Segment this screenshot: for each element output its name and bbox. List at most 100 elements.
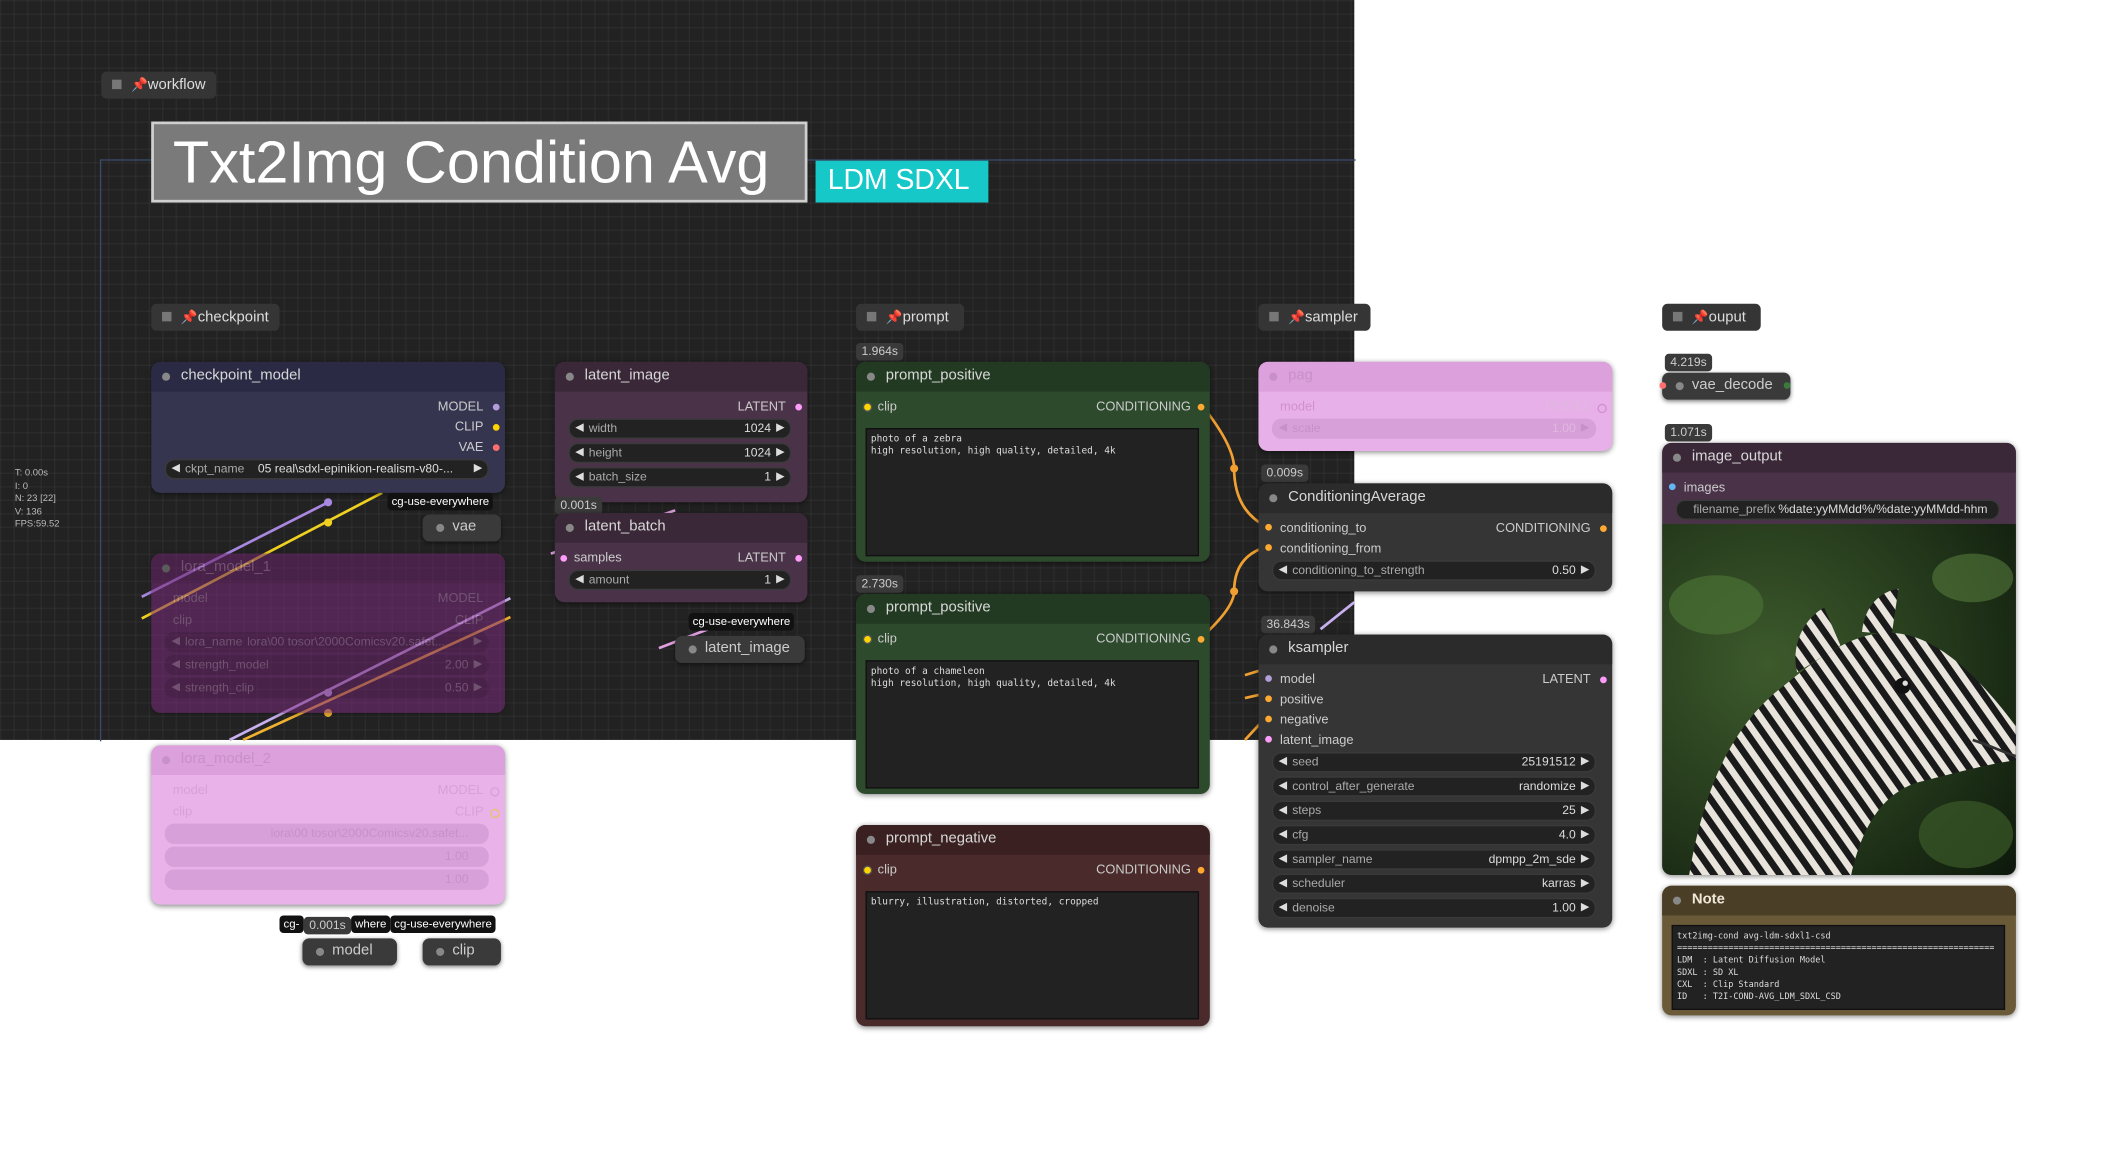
node-latent-batch[interactable]: latent_batch samples LATENT ◀ amount 1 ▶ bbox=[554, 513, 808, 603]
strength-model-slider[interactable]: ◀ strength_model 2.00 ▶ bbox=[164, 654, 489, 676]
output-latent[interactable]: LATENT bbox=[738, 551, 786, 566]
pill-model[interactable]: model bbox=[302, 938, 397, 966]
arrow-right-icon[interactable]: ▶ bbox=[1581, 563, 1589, 575]
scheduler-select[interactable]: ◀ scheduler karras ▶ bbox=[1271, 873, 1596, 894]
node-note[interactable]: Note txt2img-cond avg-ldm-sdxl1-csd ====… bbox=[1662, 885, 2016, 1016]
denoise-slider[interactable]: ◀ denoise 1.00 ▶ bbox=[1271, 897, 1596, 919]
output-model[interactable]: MODEL bbox=[438, 400, 484, 415]
input-negative[interactable]: negative bbox=[1280, 713, 1329, 728]
output-latent[interactable]: LATENT bbox=[1542, 672, 1590, 687]
arrow-right-icon[interactable]: ▶ bbox=[776, 470, 784, 482]
arrow-right-icon[interactable]: ▶ bbox=[1581, 852, 1589, 864]
control-after-generate-select[interactable]: ◀ control_after_generate randomize ▶ bbox=[1271, 776, 1596, 797]
arrow-right-icon[interactable]: ▶ bbox=[776, 446, 784, 458]
arrow-left-icon[interactable]: ◀ bbox=[1279, 876, 1287, 888]
node-prompt-positive-2[interactable]: prompt_positive clip CONDITIONING photo … bbox=[856, 594, 1210, 794]
node-collapse-dot[interactable] bbox=[866, 835, 875, 844]
title-main[interactable]: Txt2Img Condition Avg bbox=[151, 121, 808, 203]
output-clip[interactable]: CLIP bbox=[455, 420, 484, 435]
output-model[interactable]: MODEL bbox=[438, 591, 484, 606]
input-latent-image[interactable]: latent_image bbox=[1280, 733, 1353, 748]
output-model[interactable]: MODEL bbox=[1545, 400, 1591, 415]
node-collapse-dot[interactable] bbox=[162, 564, 171, 573]
input-model[interactable]: model bbox=[1280, 672, 1315, 687]
arrow-right-icon[interactable]: ▶ bbox=[1581, 901, 1589, 913]
arrow-right-icon[interactable]: ▶ bbox=[474, 462, 482, 474]
arrow-left-icon[interactable]: ◀ bbox=[1279, 563, 1287, 575]
node-collapse-dot[interactable] bbox=[1672, 896, 1682, 905]
output-clip-pin[interactable] bbox=[492, 423, 500, 431]
group-checkpoint[interactable]: 📌checkpoint bbox=[151, 303, 280, 331]
output-conditioning[interactable]: CONDITIONING bbox=[1496, 521, 1591, 536]
filename-prefix-input[interactable]: filename_prefix %date:yyMMdd%/%date:yyMM… bbox=[1675, 499, 2000, 520]
node-collapse-dot[interactable] bbox=[1269, 494, 1278, 503]
input-conditioning-from[interactable]: conditioning_from bbox=[1280, 541, 1381, 556]
pill-vae[interactable]: vae bbox=[422, 514, 501, 542]
group-workflow[interactable]: 📌workflow bbox=[101, 71, 217, 99]
input-clip[interactable]: clip bbox=[878, 400, 897, 415]
arrow-left-icon[interactable]: ◀ bbox=[575, 446, 583, 458]
input-clip[interactable]: clip bbox=[878, 632, 897, 647]
batch-size-input[interactable]: ◀ batch_size 1 ▶ bbox=[568, 467, 792, 488]
output-conditioning[interactable]: CONDITIONING bbox=[1096, 863, 1191, 878]
node-latent-image[interactable]: latent_image LATENT ◀ width 1024 ▶ ◀ hei… bbox=[554, 361, 808, 503]
lora-name-select[interactable]: ◀ lora_name lora\00 tosor\2000Comicsv20.… bbox=[164, 631, 489, 653]
input-conditioning-to[interactable]: conditioning_to bbox=[1280, 521, 1366, 536]
arrow-left-icon[interactable]: ◀ bbox=[575, 421, 583, 433]
output-vae-pin[interactable] bbox=[492, 444, 500, 451]
arrow-right-icon[interactable]: ▶ bbox=[1581, 755, 1589, 767]
pill-clip[interactable]: clip bbox=[422, 938, 501, 966]
input-images[interactable]: images bbox=[1684, 481, 1725, 496]
lora-name-select[interactable]: lora\00 tosor\2000Comicsv20.safet... bbox=[164, 823, 489, 844]
node-collapse-dot[interactable] bbox=[565, 523, 574, 532]
sampler-name-select[interactable]: ◀ sampler_name dpmpp_2m_sde ▶ bbox=[1271, 849, 1596, 870]
arrow-left-icon[interactable]: ◀ bbox=[1279, 803, 1287, 815]
output-model-pin[interactable] bbox=[492, 403, 500, 411]
pill-latent-image[interactable]: latent_image bbox=[675, 635, 805, 663]
node-prompt-positive-1[interactable]: prompt_positive clip CONDITIONING photo … bbox=[856, 361, 1210, 562]
steps-input[interactable]: ◀ steps 25 ▶ bbox=[1271, 800, 1596, 821]
note-text-area[interactable]: txt2img-cond avg-ldm-sdxl1-csd =========… bbox=[1671, 924, 2006, 1010]
prompt-text-area[interactable]: photo of a zebra high resolution, high q… bbox=[865, 428, 1200, 557]
input-clip[interactable]: clip bbox=[173, 805, 192, 820]
arrow-right-icon[interactable]: ▶ bbox=[1581, 876, 1589, 888]
node-pag[interactable]: pag model MODEL ◀ scale 1.00 ▶ bbox=[1258, 361, 1613, 451]
arrow-right-icon[interactable]: ▶ bbox=[776, 421, 784, 433]
input-model[interactable]: model bbox=[173, 591, 208, 606]
group-collapse-icon[interactable] bbox=[1269, 311, 1279, 322]
output-latent[interactable]: LATENT bbox=[738, 400, 786, 415]
node-collapse-dot[interactable] bbox=[1269, 372, 1278, 381]
node-collapse-dot[interactable] bbox=[162, 372, 171, 381]
height-input[interactable]: ◀ height 1024 ▶ bbox=[568, 442, 792, 464]
group-output[interactable]: 📌ouput bbox=[1662, 303, 1761, 331]
node-image-output[interactable]: image_output images filename_prefix %dat… bbox=[1662, 442, 2016, 875]
strength-model-slider[interactable]: 1.00 bbox=[164, 846, 489, 867]
arrow-left-icon[interactable]: ◀ bbox=[1279, 901, 1287, 913]
width-input[interactable]: ◀ width 1024 ▶ bbox=[568, 418, 792, 439]
arrow-left-icon[interactable]: ◀ bbox=[575, 573, 583, 585]
node-collapse-dot[interactable] bbox=[1672, 453, 1682, 462]
arrow-left-icon[interactable]: ◀ bbox=[575, 470, 583, 482]
arrow-right-icon[interactable]: ▶ bbox=[1581, 779, 1589, 791]
ckpt-name-select[interactable]: ◀ ckpt_name 05 real\sdxl-epinikion-reali… bbox=[164, 459, 489, 480]
prompt-text-area[interactable]: blurry, illustration, distorted, cropped bbox=[865, 891, 1200, 1020]
amount-input[interactable]: ◀ amount 1 ▶ bbox=[568, 569, 792, 591]
group-collapse-icon[interactable] bbox=[162, 311, 172, 322]
node-lora-model-2[interactable]: lora_model_2 model MODEL clip CLIP lora\… bbox=[151, 745, 505, 905]
group-collapse-icon[interactable] bbox=[866, 311, 877, 322]
node-collapse-dot[interactable] bbox=[565, 372, 574, 381]
arrow-left-icon[interactable]: ◀ bbox=[1279, 755, 1287, 767]
output-vae[interactable]: VAE bbox=[459, 440, 484, 455]
input-samples[interactable]: samples bbox=[574, 551, 622, 566]
output-clip[interactable]: CLIP bbox=[455, 805, 484, 820]
input-clip[interactable]: clip bbox=[878, 863, 897, 878]
arrow-right-icon[interactable]: ▶ bbox=[1581, 803, 1589, 815]
output-clip[interactable]: CLIP bbox=[455, 613, 484, 628]
group-prompt[interactable]: 📌prompt bbox=[856, 303, 965, 331]
node-checkpoint-model[interactable]: checkpoint_model MODEL CLIP VAE ◀ ckpt_n… bbox=[151, 361, 505, 493]
input-positive[interactable]: positive bbox=[1280, 693, 1324, 708]
input-clip[interactable]: clip bbox=[173, 613, 192, 628]
input-model[interactable]: model bbox=[1280, 400, 1315, 415]
group-sampler[interactable]: 📌sampler bbox=[1258, 303, 1371, 331]
node-lora-model-1[interactable]: lora_model_1 model MODEL clip CLIP ◀ lor… bbox=[151, 553, 505, 713]
